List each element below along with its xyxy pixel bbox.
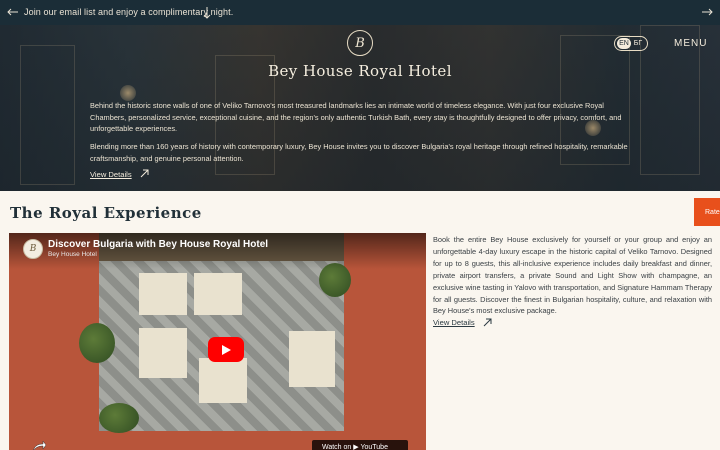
hero-paragraph-1: Behind the historic stone walls of one o… bbox=[90, 101, 622, 134]
video-tree-decor bbox=[79, 323, 115, 363]
arrow-up-right-icon[interactable] bbox=[483, 318, 492, 327]
play-icon bbox=[222, 344, 231, 355]
video-umbrella-decor bbox=[194, 273, 242, 315]
arrow-down-icon[interactable] bbox=[202, 6, 212, 19]
hotel-logo[interactable]: B bbox=[347, 30, 373, 56]
hero-section: B EN БГ MENU Bey House Royal Hotel Behin… bbox=[0, 25, 720, 191]
hero-lamp-decor bbox=[120, 85, 136, 101]
lang-bg-option[interactable]: БГ bbox=[631, 40, 645, 47]
arrow-up-right-icon[interactable] bbox=[140, 169, 149, 178]
video-umbrella-decor bbox=[139, 328, 187, 378]
video-channel-name[interactable]: Bey House Hotel bbox=[48, 251, 97, 258]
video-umbrella-decor bbox=[139, 273, 187, 315]
hero-paragraph-2: Blending more than 160 years of history … bbox=[90, 142, 628, 163]
watch-on-youtube-button[interactable]: Watch on ▶ YouTube bbox=[312, 440, 408, 450]
royal-view-details-link[interactable]: View Details bbox=[433, 318, 475, 327]
video-title[interactable]: Discover Bulgaria with Bey House Royal H… bbox=[48, 239, 268, 250]
video-embed[interactable]: B Discover Bulgaria with Bey House Royal… bbox=[9, 233, 426, 450]
video-tree-decor bbox=[99, 403, 139, 433]
language-switcher[interactable]: EN БГ bbox=[614, 36, 648, 51]
announcement-bar: Join our email list and enjoy a complime… bbox=[0, 0, 720, 25]
royal-description: Book the entire Bey House exclusively fo… bbox=[433, 235, 712, 316]
arrow-right-icon[interactable] bbox=[700, 5, 714, 19]
section-title: The Royal Experience bbox=[10, 204, 202, 222]
menu-button[interactable]: MENU bbox=[674, 38, 707, 49]
play-button[interactable] bbox=[208, 337, 244, 362]
rates-side-tab[interactable]: Rate bbox=[694, 198, 720, 226]
video-umbrella-decor bbox=[199, 358, 247, 403]
video-umbrella-decor bbox=[289, 331, 335, 387]
channel-avatar[interactable]: B bbox=[23, 239, 43, 259]
lang-en-option[interactable]: EN bbox=[617, 38, 631, 49]
arrow-left-icon[interactable] bbox=[6, 5, 20, 19]
hero-title: Bey House Royal Hotel bbox=[268, 62, 452, 80]
hero-view-details-link[interactable]: View Details bbox=[90, 170, 132, 179]
share-icon[interactable] bbox=[31, 439, 47, 450]
